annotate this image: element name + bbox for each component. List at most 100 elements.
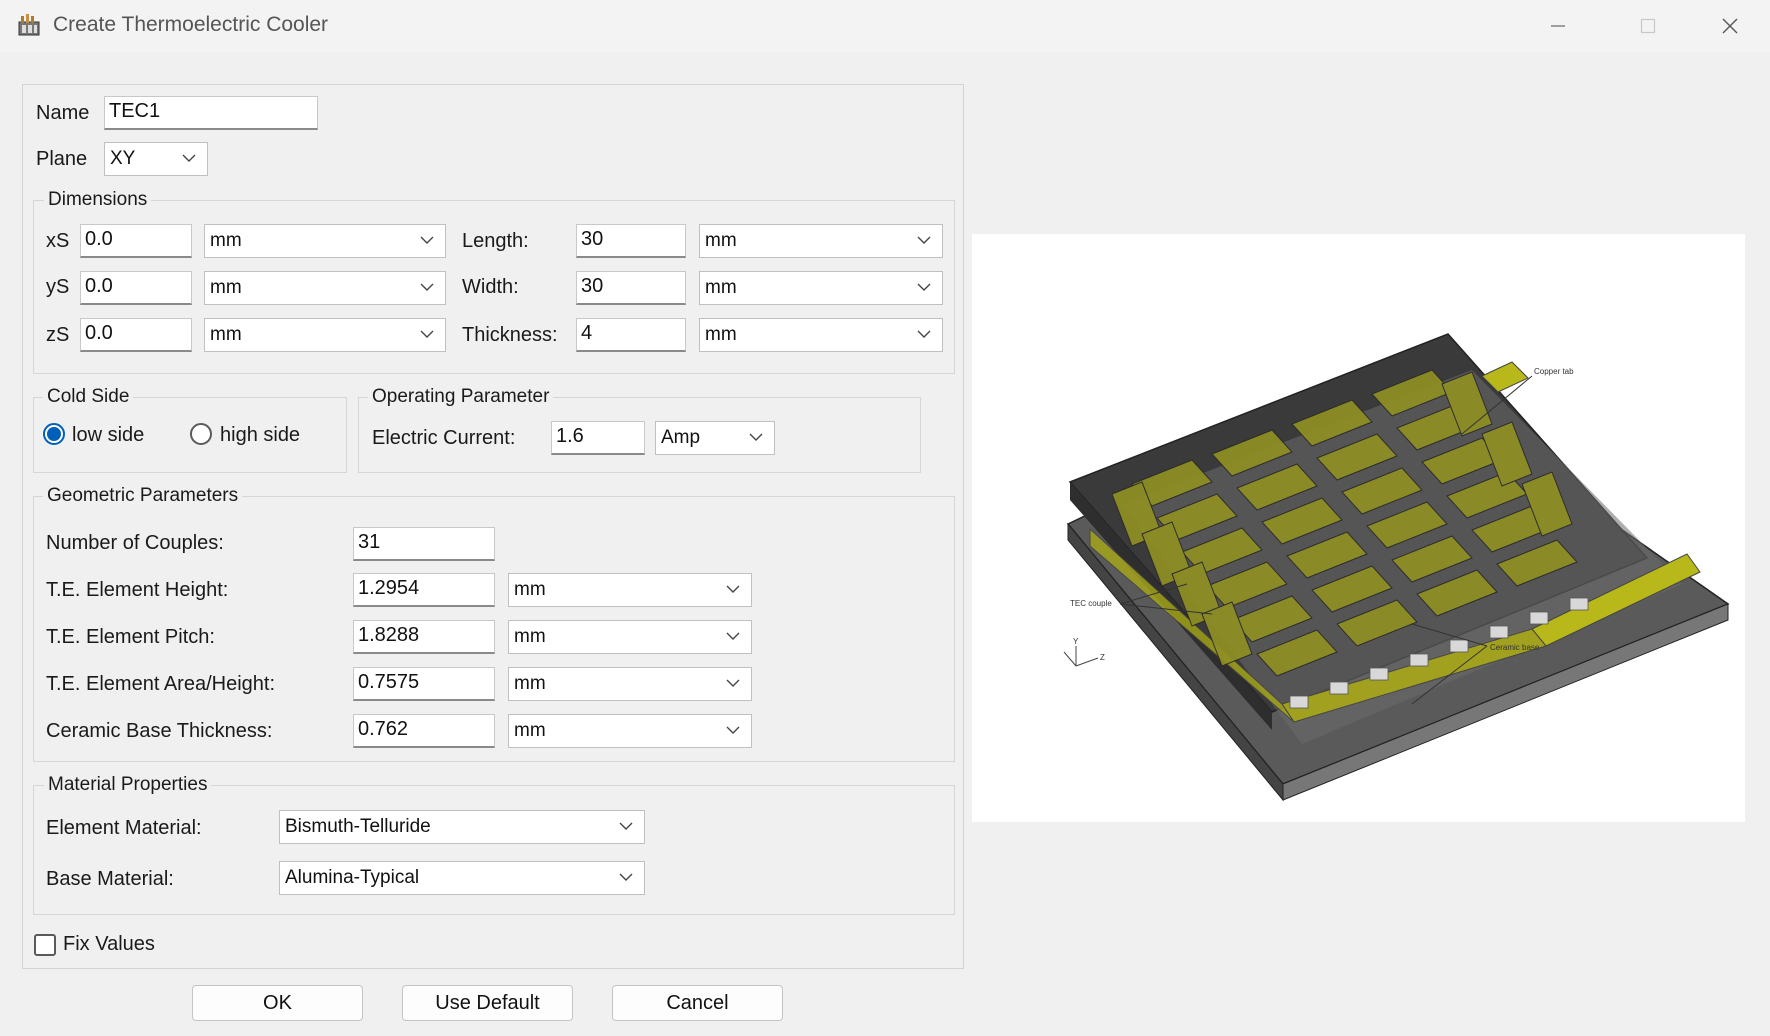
ys-input[interactable]: 0.0 (80, 271, 192, 305)
xs-label: xS (46, 230, 70, 252)
chevron-down-icon (917, 330, 931, 338)
axis-z-label: Z (1100, 653, 1105, 662)
ceramic-thickness-unit-value: mm (514, 720, 546, 741)
ceramic-thickness-input[interactable]: 0.762 (353, 714, 495, 748)
chevron-down-icon (917, 236, 931, 244)
chevron-down-icon (182, 154, 196, 162)
ceramic-thickness-unit-select[interactable]: mm (508, 714, 752, 748)
width-unit-select[interactable]: mm (699, 271, 943, 305)
xs-input[interactable]: 0.0 (80, 224, 192, 258)
zs-label: zS (46, 324, 70, 346)
use-default-button[interactable]: Use Default (402, 985, 573, 1021)
te-pitch-unit-select[interactable]: mm (508, 620, 752, 654)
close-icon (1722, 18, 1738, 34)
zs-input[interactable]: 0.0 (80, 318, 192, 352)
te-height-unit-select[interactable]: mm (508, 573, 752, 607)
zs-unit-value: mm (210, 324, 242, 345)
cold-side-title: Cold Side (43, 386, 134, 408)
fix-values-label: Fix Values (63, 933, 155, 955)
chevron-down-icon (420, 236, 434, 244)
fix-values-checkbox[interactable] (34, 934, 56, 956)
thickness-unit-select[interactable]: mm (699, 318, 943, 352)
tec-couple-annotation: TEC couple (1070, 599, 1112, 608)
te-area-unit-value: mm (514, 673, 546, 694)
chevron-down-icon (726, 726, 740, 734)
minimize-icon (1551, 25, 1565, 27)
name-input[interactable]: TEC1 (104, 96, 318, 130)
high-side-label: high side (220, 424, 301, 446)
te-area-unit-select[interactable]: mm (508, 667, 752, 701)
te-height-label: T.E. Element Height: (46, 579, 229, 601)
material-group (33, 785, 955, 915)
base-material-label: Base Material: (46, 868, 174, 890)
element-material-select[interactable]: Bismuth-Telluride (279, 810, 645, 844)
couples-label: Number of Couples: (46, 532, 224, 554)
chevron-down-icon (619, 822, 633, 830)
geometric-title: Geometric Parameters (43, 485, 243, 507)
current-input[interactable]: 1.6 (551, 421, 645, 455)
current-unit-select[interactable]: Amp (655, 421, 775, 455)
thickness-label: Thickness: (462, 324, 558, 346)
chevron-down-icon (749, 433, 763, 441)
thickness-unit-value: mm (705, 324, 737, 345)
material-title: Material Properties (44, 774, 212, 796)
length-unit-value: mm (705, 230, 737, 251)
base-material-value: Alumina-Typical (285, 867, 420, 888)
dimensions-title: Dimensions (44, 189, 152, 211)
ys-unit-value: mm (210, 277, 242, 298)
length-unit-select[interactable]: mm (699, 224, 943, 258)
chevron-down-icon (917, 283, 931, 291)
chevron-down-icon (726, 679, 740, 687)
minimize-button[interactable] (1528, 6, 1588, 46)
axis-triad-icon (1063, 646, 1099, 667)
te-pitch-label: T.E. Element Pitch: (46, 626, 215, 648)
low-side-radio[interactable] (43, 423, 65, 445)
chevron-down-icon (726, 585, 740, 593)
current-label: Electric Current: (372, 427, 516, 449)
current-unit-value: Amp (661, 427, 701, 448)
element-material-value: Bismuth-Telluride (285, 816, 431, 837)
xs-unit-value: mm (210, 230, 242, 251)
chevron-down-icon (619, 873, 633, 881)
width-input[interactable]: 30 (576, 271, 686, 305)
width-unit-value: mm (705, 277, 737, 298)
plane-select-value: XY (110, 148, 136, 169)
base-material-select[interactable]: Alumina-Typical (279, 861, 645, 895)
low-side-label: low side (72, 424, 145, 446)
close-button[interactable] (1700, 6, 1760, 46)
high-side-radio[interactable] (190, 423, 212, 445)
zs-unit-select[interactable]: mm (204, 318, 446, 352)
te-height-input[interactable]: 1.2954 (353, 573, 495, 607)
chevron-down-icon (420, 283, 434, 291)
plane-select[interactable]: XY (104, 142, 208, 176)
ceramic-thickness-label: Ceramic Base Thickness: (46, 720, 273, 742)
tec-app-icon (16, 12, 42, 38)
operating-title: Operating Parameter (368, 386, 554, 408)
ok-button[interactable]: OK (192, 985, 363, 1021)
maximize-icon (1640, 18, 1656, 34)
te-pitch-input[interactable]: 1.8288 (353, 620, 495, 654)
name-label: Name (36, 102, 90, 124)
te-area-label: T.E. Element Area/Height: (46, 673, 276, 695)
window-title: Create Thermoelectric Cooler (53, 13, 329, 36)
ys-label: yS (46, 276, 70, 298)
te-pitch-unit-value: mm (514, 626, 546, 647)
chevron-down-icon (726, 632, 740, 640)
couples-input[interactable]: 31 (353, 527, 495, 561)
copper-tab-annotation: Copper tab (1534, 367, 1574, 376)
width-label: Width: (462, 276, 519, 298)
ys-unit-select[interactable]: mm (204, 271, 446, 305)
chevron-down-icon (420, 330, 434, 338)
plane-label: Plane (36, 148, 88, 170)
thickness-input[interactable]: 4 (576, 318, 686, 352)
te-height-unit-value: mm (514, 579, 546, 600)
length-label: Length: (462, 230, 529, 252)
te-area-input[interactable]: 0.7575 (353, 667, 495, 701)
length-input[interactable]: 30 (576, 224, 686, 258)
xs-unit-select[interactable]: mm (204, 224, 446, 258)
tec-preview-image: Copper tab TEC couple Ceramic base Y Z (972, 234, 1745, 822)
ceramic-base-annotation: Ceramic base (1490, 643, 1540, 652)
cancel-button[interactable]: Cancel (612, 985, 783, 1021)
element-material-label: Element Material: (46, 817, 202, 839)
maximize-button[interactable] (1618, 6, 1678, 46)
